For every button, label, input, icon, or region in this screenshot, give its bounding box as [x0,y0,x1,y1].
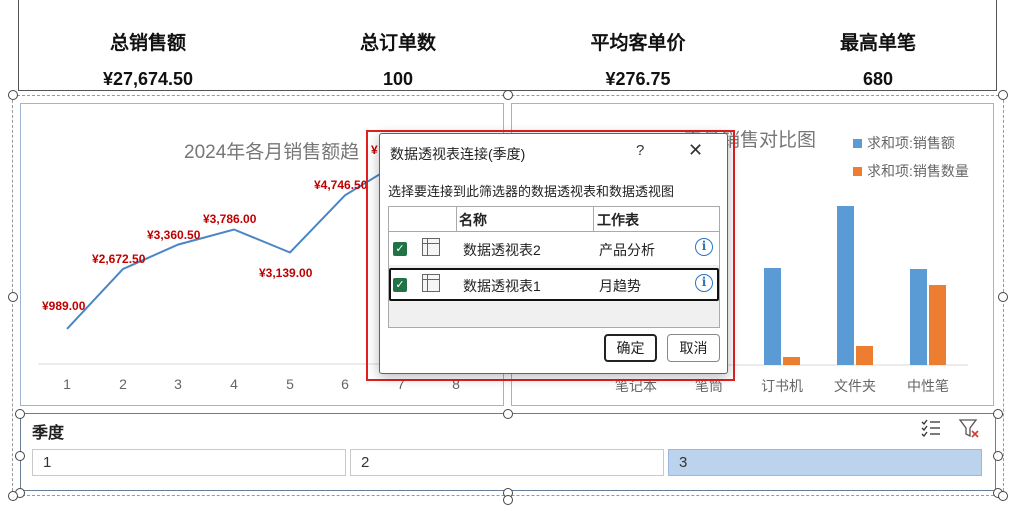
bar-sales [764,268,781,365]
column-divider [593,207,594,231]
dialog-title: 数据透视表连接(季度) [390,146,526,162]
resize-handle[interactable] [998,491,1008,501]
checkbox-checked-icon[interactable]: ✓ [393,242,407,256]
resize-handle[interactable] [15,451,25,461]
multi-select-icon[interactable] [920,418,942,438]
header-sheet: 工作表 [597,212,639,228]
resize-handle[interactable] [8,292,18,302]
resize-handle[interactable] [503,90,513,100]
resize-handle[interactable] [503,495,513,505]
resize-handle[interactable] [15,409,25,419]
close-button[interactable]: ✕ [688,140,703,161]
help-button[interactable]: ? [636,142,644,159]
category-label: 订书机 [761,378,803,394]
pivot-name: 数据透视表1 [463,278,541,294]
resize-handle[interactable] [998,292,1008,302]
category-label: 文件夹 [834,378,876,394]
slicer-item[interactable]: 3 [668,449,982,476]
ok-button[interactable]: 确定 [604,334,657,362]
slicer-item[interactable]: 1 [32,449,346,476]
resize-handle[interactable] [993,451,1003,461]
bar-sales [910,269,927,365]
pivot-connections-dialog: 数据透视表连接(季度) ? ✕ 选择要连接到此筛选器的数据透视表和数据透视图 名… [379,133,728,374]
dialog-description: 选择要连接到此筛选器的数据透视表和数据透视图 [388,184,675,199]
pivot-sheet: 产品分析 [599,242,655,258]
list-item[interactable]: ✓ 数据透视表2 产品分析 i [389,232,719,265]
slicer-item[interactable]: 2 [350,449,664,476]
checkbox-checked-icon[interactable]: ✓ [393,278,407,292]
category-label: 中性笔 [907,378,949,394]
list-header: 名称 工作表 [389,207,719,232]
info-icon[interactable]: i [695,274,713,292]
pivot-sheet: 月趋势 [599,278,641,294]
pivot-name: 数据透视表2 [463,242,541,258]
resize-handle[interactable] [993,409,1003,419]
slicer-title: 季度 [32,425,65,442]
bar-sales [837,206,854,365]
header-name: 名称 [459,212,487,228]
resize-handle[interactable] [503,409,513,419]
cancel-button[interactable]: 取消 [667,334,720,362]
bar-quantity [783,357,800,365]
bar-quantity [856,346,873,365]
info-icon[interactable]: i [695,238,713,256]
pivot-table-icon [422,274,440,292]
resize-handle[interactable] [998,90,1008,100]
bar-quantity [929,285,946,365]
resize-handle[interactable] [8,491,18,501]
column-divider [456,207,457,231]
pivot-table-icon [422,238,440,256]
clear-filter-icon[interactable] [958,418,982,440]
resize-handle[interactable] [8,90,18,100]
pivot-list: 名称 工作表 ✓ 数据透视表2 产品分析 i ✓ 数据透视表1 月趋势 i [388,206,720,328]
list-item[interactable]: ✓ 数据透视表1 月趋势 i [389,268,719,301]
